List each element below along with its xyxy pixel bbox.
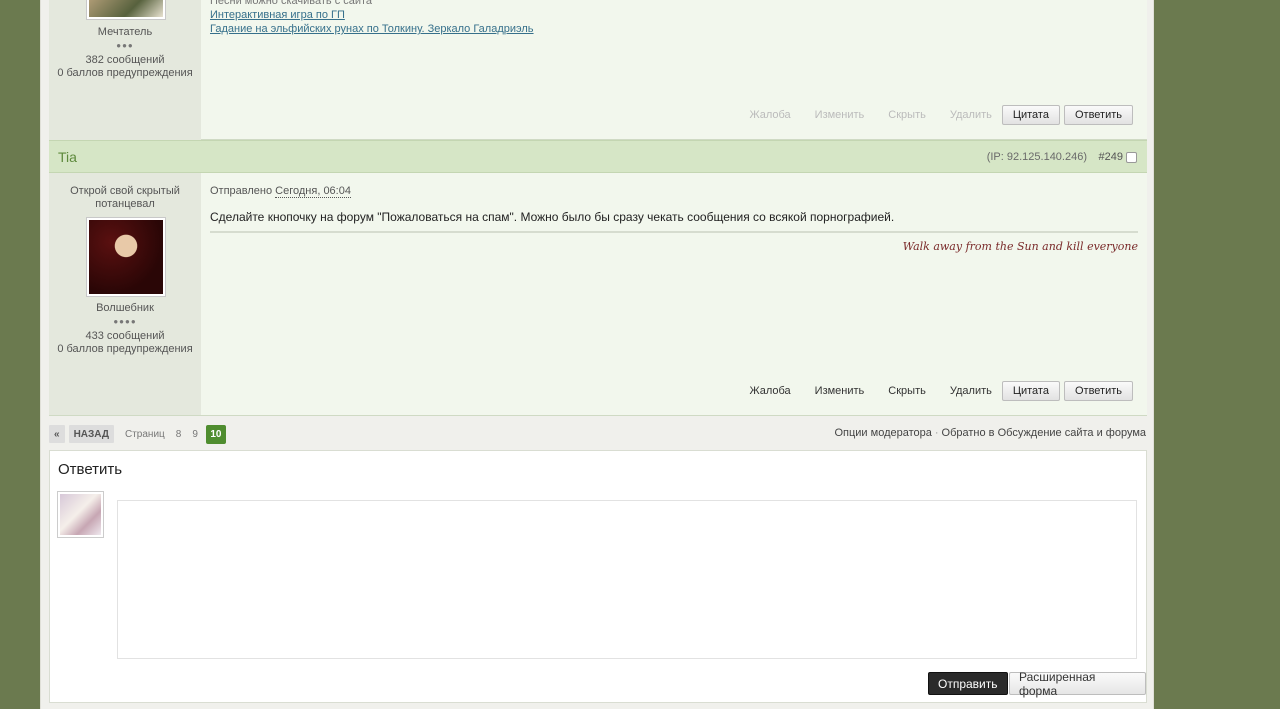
sent-label: Отправлено [210, 185, 273, 197]
post-date: Отправлено Сегодня, 06:04 [210, 185, 351, 198]
user-rank: Мечтатель [97, 26, 153, 38]
my-avatar [57, 491, 104, 538]
report-link[interactable]: Жалоба [749, 109, 790, 121]
reply-button[interactable]: Ответить [1063, 381, 1133, 401]
edit-link[interactable]: Изменить [815, 109, 865, 121]
avatar[interactable] [86, 217, 166, 297]
hide-link[interactable]: Скрыть [888, 109, 926, 121]
link-songs[interactable]: Песни можно скачивать с сайта [210, 0, 534, 8]
warning-points: 0 баллов предупреждения [57, 343, 193, 355]
post-select-checkbox[interactable] [1126, 152, 1137, 163]
post-author[interactable]: Tia [58, 149, 77, 165]
rank-dots: ●●●● [113, 317, 137, 326]
pages-label: Страниц [125, 428, 165, 440]
author-sidebar: Мечтатель ●●● 382 сообщений 0 баллов пре… [49, 0, 201, 140]
post-previous: Мечтатель ●●● 382 сообщений 0 баллов пре… [49, 0, 1147, 140]
signature-divider [210, 231, 1138, 233]
back-to-forum-link[interactable]: Обратно в Обсуждение сайта и форума [942, 427, 1146, 439]
user-rank: Волшебник [96, 302, 154, 314]
user-title: Открой свой скрытый потанцевал [70, 185, 180, 210]
pagination: « НАЗАД Страниц 8 9 10 [49, 424, 226, 444]
reply-box: Ответить Отправить Расширенная форма [49, 450, 1147, 703]
post-message: Сделайте кнопочку на форум "Пожаловаться… [210, 210, 895, 224]
post-actions: Жалоба Изменить Скрыть Удалить Цитата От… [725, 381, 1133, 401]
rank-dots: ●●● [116, 41, 134, 50]
page-link-9[interactable]: 9 [192, 429, 198, 440]
quote-button[interactable]: Цитата [1001, 381, 1060, 401]
reply-editor[interactable] [117, 500, 1137, 659]
sent-date[interactable]: Сегодня, 06:04 [275, 185, 351, 198]
avatar[interactable] [86, 0, 166, 20]
signature: Walk away from the Sun and kill everyone [902, 240, 1138, 253]
hide-link[interactable]: Скрыть [888, 385, 926, 397]
submit-button[interactable]: Отправить [928, 672, 1008, 695]
post-actions: Жалоба Изменить Скрыть Удалить Цитата От… [725, 105, 1133, 125]
post: Открой свой скрытый потанцевал Волшебник… [49, 173, 1147, 416]
back-button[interactable]: НАЗАД [68, 425, 114, 443]
quote-button[interactable]: Цитата [1001, 105, 1060, 125]
link-game[interactable]: Интерактивная игра по ГП [210, 8, 534, 22]
post-ip[interactable]: (IP: 92.125.140.246) [987, 151, 1087, 163]
post-count: 382 сообщений [85, 54, 165, 66]
moderator-options-link[interactable]: Опции модератора [834, 427, 931, 439]
report-link[interactable]: Жалоба [749, 385, 790, 397]
post-header: Tia (IP: 92.125.140.246) #249 [49, 140, 1147, 173]
current-page: 10 [205, 424, 226, 444]
reply-title: Ответить [58, 461, 123, 478]
link-runes[interactable]: Гадание на эльфийских рунах по Толкину. … [210, 22, 534, 36]
moderator-links: Опции модератора · Обратно в Обсуждение са… [834, 427, 1146, 439]
author-sidebar: Открой свой скрытый потанцевал Волшебник… [49, 173, 201, 415]
page-link-8[interactable]: 8 [176, 429, 182, 440]
signature-links: Песни можно скачивать с сайта Интерактив… [210, 0, 534, 36]
first-page-button[interactable]: « [49, 425, 65, 443]
advanced-form-button[interactable]: Расширенная форма [1009, 670, 1146, 698]
delete-link[interactable]: Удалить [950, 109, 992, 121]
separator: · [934, 427, 939, 439]
delete-link[interactable]: Удалить [950, 385, 992, 397]
reply-button[interactable]: Ответить [1063, 105, 1133, 125]
warning-points: 0 баллов предупреждения [57, 67, 193, 79]
edit-link[interactable]: Изменить [815, 385, 865, 397]
page: Мечтатель ●●● 382 сообщений 0 баллов пре… [40, 0, 1154, 709]
post-number[interactable]: #249 [1099, 151, 1123, 163]
post-count: 433 сообщений [85, 330, 165, 342]
